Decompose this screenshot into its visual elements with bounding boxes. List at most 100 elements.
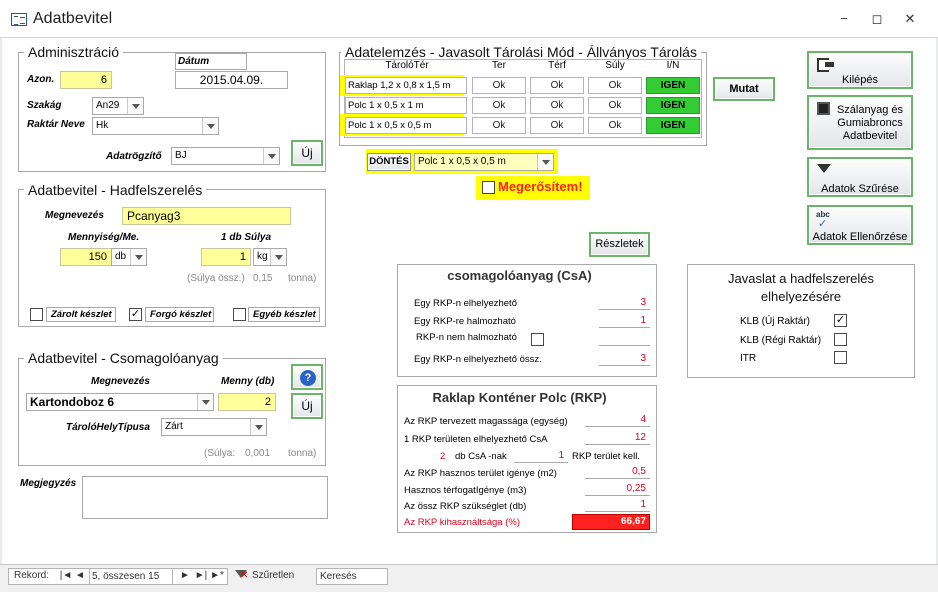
- megjegyzes-label: Megjegyzés: [20, 478, 77, 489]
- chevron-down-icon[interactable]: [270, 249, 286, 265]
- help-icon: ?: [300, 370, 316, 386]
- record-number-field[interactable]: 5, összesen 15: [89, 568, 173, 585]
- rkp-title: Raklap Konténer Polc (RKP): [432, 390, 607, 405]
- csomag-suly-unit: tonna): [288, 448, 317, 459]
- admin-legend: Adminisztráció: [24, 44, 124, 60]
- row-suly: Ok: [588, 117, 642, 134]
- raktar-label: Raktár Neve: [27, 119, 85, 130]
- zarolt-checkbox[interactable]: [30, 308, 43, 321]
- csomag-suly-value: 0,001: [245, 448, 271, 459]
- csomag-suly-label: (Súlya:: [204, 448, 236, 459]
- csomag-menny-field[interactable]: 2: [218, 393, 276, 411]
- chevron-down-icon[interactable]: [127, 98, 143, 114]
- chevron-down-icon[interactable]: [537, 154, 553, 170]
- szalanyag-button[interactable]: Szálanyag és Gumiabroncs Adatbevitel: [807, 95, 913, 150]
- ellenorzes-label: Adatok Ellenőrzése: [812, 231, 908, 243]
- kilepes-button[interactable]: Kilépés: [807, 51, 913, 89]
- klb-regi-checkbox[interactable]: [834, 333, 847, 346]
- chevron-down-icon[interactable]: [263, 148, 279, 164]
- rkp-row-value: 4: [585, 413, 650, 427]
- hadf-ossz-unit: tonna): [288, 273, 317, 284]
- megerosit-label: Megerősítem!: [498, 179, 583, 194]
- reszletek-button[interactable]: Részletek: [589, 232, 650, 257]
- mutat-button[interactable]: Mutat: [713, 77, 775, 101]
- suly-unit-select[interactable]: kg: [253, 248, 287, 266]
- suly-label: 1 db Súlya: [221, 232, 272, 243]
- admin-new-button[interactable]: Új: [291, 140, 323, 166]
- chevron-down-icon[interactable]: [197, 394, 213, 410]
- kihasznaltsag-value: 66,67: [572, 514, 650, 530]
- szures-button[interactable]: Adatok Szűrése: [807, 157, 913, 197]
- megerosit-checkbox[interactable]: [482, 181, 495, 194]
- rogzito-select[interactable]: BJ: [171, 147, 280, 165]
- klb-uj-checkbox[interactable]: ✓: [834, 314, 847, 327]
- forgo-label: Forgó készlet: [145, 307, 214, 322]
- javaslat-item-label: KLB (Új Raktár): [740, 316, 811, 327]
- chevron-down-icon[interactable]: [250, 419, 266, 435]
- hadf-nev-field[interactable]: Pcanyag3: [122, 207, 291, 225]
- rkp-cs-value: 1: [514, 449, 568, 463]
- csomag-legend: Adatbevitel - Csomagolóanyag: [24, 350, 223, 366]
- javaslat-item-label: KLB (Régi Raktár): [740, 335, 822, 346]
- rkp-row-label: Az össz RKP szükséglet (db): [404, 501, 527, 512]
- szalanyag-label: Szálanyag és Gumiabroncs Adatbevitel: [836, 104, 904, 142]
- row-ter: Ok: [472, 117, 526, 134]
- row-terf: Ok: [530, 97, 584, 114]
- chevron-down-icon[interactable]: [202, 118, 218, 134]
- forgo-checkbox[interactable]: ✓: [129, 308, 142, 321]
- filter-status[interactable]: Szűretlen: [252, 568, 310, 585]
- csomag-new-button[interactable]: Új: [291, 393, 323, 419]
- menny-field[interactable]: 150: [60, 248, 112, 266]
- zarolt-label: Zárolt készlet: [46, 307, 116, 322]
- nem-halmozhato-checkbox[interactable]: [531, 333, 544, 346]
- szakag-label: Szakág: [27, 100, 62, 111]
- row-ter: Ok: [472, 77, 526, 94]
- rkp-row-value: 1: [585, 498, 650, 512]
- csa-row-value: 1: [599, 314, 650, 328]
- search-input[interactable]: Keresés: [316, 568, 388, 585]
- menny-unit-select[interactable]: db: [111, 248, 147, 266]
- rkp-cs-mid: db CsA -nak: [455, 451, 507, 462]
- suly-field[interactable]: 1: [201, 248, 251, 266]
- hadf-nev-label: Megnevezés: [45, 210, 104, 221]
- col-header-suly: Súly: [605, 60, 625, 71]
- dontes-select[interactable]: Polc 1 x 0,5 x 0,5 m: [414, 153, 554, 171]
- first-record-button[interactable]: |◄: [58, 568, 74, 585]
- chevron-down-icon[interactable]: [130, 249, 146, 265]
- rkp-row-label: Az RKP tervezett magassága (egység): [404, 416, 568, 427]
- filter-icon: [817, 164, 831, 173]
- rkp-row-value: 0,5: [585, 465, 650, 479]
- megjegyzes-field[interactable]: [82, 476, 328, 519]
- tipus-select[interactable]: Zárt: [161, 418, 267, 436]
- raktar-select[interactable]: Hk: [92, 117, 219, 135]
- row-suly: Ok: [588, 97, 642, 114]
- csa-row-label: RKP-n nem halmozható: [416, 332, 517, 343]
- szakag-select[interactable]: An29: [92, 97, 144, 115]
- elemzes-legend: Adatelemzés - Javasolt Tárolási Mód - Ál…: [341, 44, 701, 60]
- csomag-nev-value: Kartondoboz 6: [30, 395, 114, 409]
- csomag-nev-select[interactable]: Kartondoboz 6: [26, 393, 214, 411]
- datum-field[interactable]: 2015.04.09.: [175, 71, 288, 89]
- row-name: Raklap 1,2 x 0,8 x 1,5 m: [345, 77, 467, 94]
- csomag-menny-label: Menny (db): [221, 376, 275, 387]
- hadf-ossz-label: (Súlya össz.): [187, 273, 245, 284]
- azon-field[interactable]: 6: [60, 71, 112, 89]
- help-button[interactable]: ?: [291, 364, 323, 390]
- row-ter: Ok: [472, 97, 526, 114]
- filter-off-icon: ✕: [235, 569, 248, 581]
- last-record-button[interactable]: ►|: [193, 568, 209, 585]
- close-button[interactable]: ✕: [896, 8, 924, 30]
- tipus-label: TárolóHelyTípusa: [66, 422, 150, 433]
- egyeb-checkbox[interactable]: [233, 308, 246, 321]
- azon-label: Azon.: [27, 74, 55, 85]
- next-record-button[interactable]: ►: [178, 568, 192, 585]
- minimize-button[interactable]: −: [830, 8, 858, 30]
- ellenorzes-button[interactable]: abc ✓ Adatok Ellenőrzése: [807, 205, 913, 245]
- new-record-button[interactable]: ►*: [209, 568, 225, 585]
- raktar-value: Hk: [96, 120, 109, 131]
- col-header-ter: Ter: [492, 60, 506, 71]
- hadf-ossz-value: 0,15: [253, 273, 273, 284]
- restore-button[interactable]: ◻: [863, 8, 891, 30]
- itr-checkbox[interactable]: [834, 351, 847, 364]
- prev-record-button[interactable]: ◄: [73, 568, 87, 585]
